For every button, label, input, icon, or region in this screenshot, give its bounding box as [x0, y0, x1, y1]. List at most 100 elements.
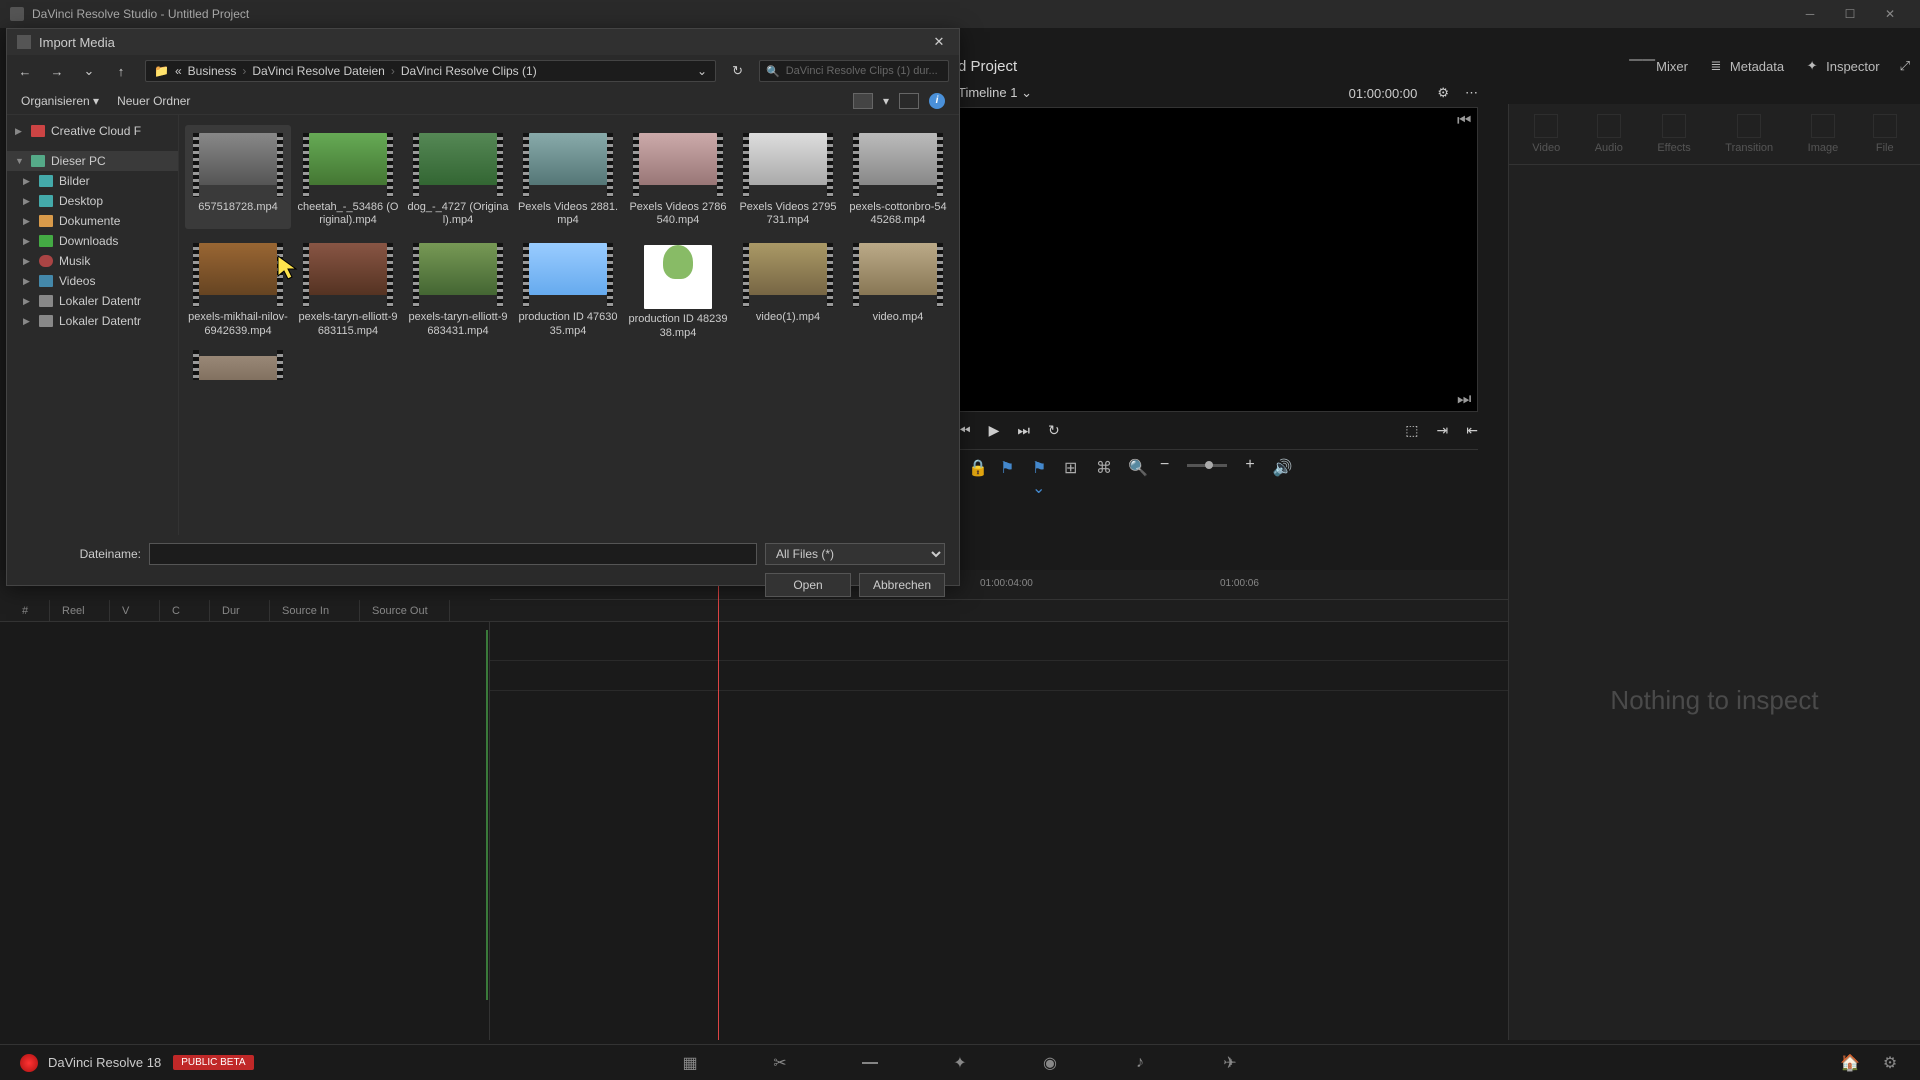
- bc-dropdown-icon[interactable]: ⌄: [697, 64, 707, 78]
- nav-forward-icon[interactable]: →: [49, 64, 65, 79]
- flag-blue-icon[interactable]: ⚑: [1000, 458, 1014, 472]
- fairlight-page-icon[interactable]: ♪: [1130, 1053, 1150, 1073]
- file-grid: 657518728.mp4 cheetah_-_53486 (Original)…: [179, 115, 959, 535]
- match-icon[interactable]: ⬚: [1405, 422, 1418, 439]
- tree-musik[interactable]: ▶Musik: [7, 251, 178, 271]
- zoom-plus-icon[interactable]: +: [1245, 456, 1254, 474]
- file-item[interactable]: pexels-taryn-elliott-9683115.mp4: [295, 235, 401, 341]
- go-start-icon[interactable]: ⇤: [1466, 422, 1478, 439]
- tree-dokumente[interactable]: ▶Dokumente: [7, 211, 178, 231]
- zoom-minus-icon[interactable]: −: [1160, 456, 1169, 474]
- ruler-time-2: 01:00:04:00: [980, 578, 1033, 589]
- organize-dropdown[interactable]: Organisieren ▾: [21, 94, 99, 108]
- nav-up-icon[interactable]: ↑: [113, 64, 129, 79]
- deliver-page-icon[interactable]: ✈: [1220, 1053, 1240, 1073]
- minimize-button[interactable]: ─: [1790, 2, 1830, 26]
- fusion-page-icon[interactable]: ✦: [950, 1053, 970, 1073]
- bc-business[interactable]: Business: [188, 64, 237, 78]
- play-icon[interactable]: ▶: [989, 422, 1000, 439]
- view-dropdown-icon[interactable]: ▾: [883, 94, 889, 108]
- insp-tab-image[interactable]: Image: [1808, 114, 1839, 154]
- file-item[interactable]: pexels-mikhail-nilov-6942639.mp4: [185, 235, 291, 341]
- info-button[interactable]: i: [929, 93, 945, 109]
- tree-videos[interactable]: ▶Videos: [7, 271, 178, 291]
- file-item[interactable]: video.mp4: [845, 235, 951, 341]
- tree-bilder[interactable]: ▶Bilder: [7, 171, 178, 191]
- file-item[interactable]: production ID 4823938.mp4: [625, 235, 731, 341]
- lock-icon[interactable]: 🔒: [968, 458, 982, 472]
- file-item-partial[interactable]: [185, 348, 291, 386]
- jump-start-icon[interactable]: ⏮: [1457, 112, 1473, 128]
- metadata-button[interactable]: ≣ Metadata: [1708, 58, 1784, 74]
- file-item[interactable]: Pexels Videos 2786540.mp4: [625, 125, 731, 229]
- close-window-button[interactable]: ✕: [1870, 2, 1910, 26]
- bc-dateien[interactable]: DaVinci Resolve Dateien: [252, 64, 385, 78]
- tree-disk1[interactable]: ▶Lokaler Datentr: [7, 291, 178, 311]
- mixer-button[interactable]: ⎺⎺ Mixer: [1634, 58, 1688, 74]
- breadcrumb[interactable]: 📁 « Business › DaVinci Resolve Dateien ›…: [145, 60, 716, 82]
- nav-recent-icon[interactable]: ⌄: [81, 63, 97, 79]
- color-page-icon[interactable]: ◉: [1040, 1053, 1060, 1073]
- filetype-select[interactable]: All Files (*): [765, 543, 945, 565]
- titlebar-text: DaVinci Resolve Studio - Untitled Projec…: [32, 7, 249, 21]
- tree-downloads[interactable]: ▶Downloads: [7, 231, 178, 251]
- timeline-body[interactable]: [490, 622, 1508, 1040]
- jump-end-icon[interactable]: ⏭: [1457, 391, 1473, 407]
- insp-tab-effects[interactable]: Effects: [1657, 114, 1690, 154]
- tree-disk2[interactable]: ▶Lokaler Datentr: [7, 311, 178, 331]
- insp-tab-video[interactable]: Video: [1532, 114, 1560, 154]
- timeline-tab[interactable]: Timeline 1 ⌄: [958, 85, 1032, 101]
- inspector-empty-message: Nothing to inspect: [1509, 685, 1920, 716]
- file-item[interactable]: cheetah_-_53486 (Original).mp4: [295, 125, 401, 229]
- nav-back-icon[interactable]: ←: [17, 64, 33, 79]
- next-clip-icon[interactable]: ⏭: [1017, 422, 1030, 439]
- settings-gear-icon[interactable]: ⚙: [1880, 1053, 1900, 1073]
- link-icon[interactable]: ⌘: [1096, 458, 1110, 472]
- tree-this-pc[interactable]: ▼Dieser PC: [7, 151, 178, 171]
- insp-tab-file[interactable]: File: [1873, 114, 1897, 154]
- snap-icon[interactable]: ⊞: [1064, 458, 1078, 472]
- file-item[interactable]: Pexels Videos 2881.mp4: [515, 125, 621, 229]
- view-list-button[interactable]: [899, 93, 919, 109]
- insp-tab-audio[interactable]: Audio: [1595, 114, 1623, 154]
- maximize-button[interactable]: ☐: [1830, 2, 1870, 26]
- file-item[interactable]: dog_-_4727 (Original).mp4: [405, 125, 511, 229]
- zoom-slider[interactable]: [1187, 464, 1227, 467]
- insp-tab-transition[interactable]: Transition: [1725, 114, 1773, 154]
- viewer-screen[interactable]: ⏮ ⏭: [958, 107, 1478, 412]
- file-item[interactable]: production ID 4763035.mp4: [515, 235, 621, 341]
- file-item[interactable]: pexels-taryn-elliott-9683431.mp4: [405, 235, 511, 341]
- volume-icon[interactable]: 🔊: [1273, 458, 1287, 472]
- file-item[interactable]: Pexels Videos 2795731.mp4: [735, 125, 841, 229]
- inspector-button[interactable]: ✦ Inspector: [1804, 58, 1879, 74]
- tree-creative-cloud[interactable]: ▶Creative Cloud F: [7, 121, 178, 141]
- viewer-more-icon[interactable]: ⋯: [1465, 85, 1478, 101]
- refresh-icon[interactable]: ↻: [732, 63, 743, 79]
- viewer-gear-icon[interactable]: ⚙: [1437, 85, 1449, 101]
- bc-clips[interactable]: DaVinci Resolve Clips (1): [401, 64, 537, 78]
- dialog-toolbar: Organisieren ▾ Neuer Ordner ▾ i: [7, 87, 959, 115]
- expand-button[interactable]: ⤢: [1900, 58, 1910, 74]
- open-button[interactable]: Open: [765, 573, 851, 597]
- file-item[interactable]: 657518728.mp4: [185, 125, 291, 229]
- media-page-icon[interactable]: ▦: [680, 1053, 700, 1073]
- edit-page-icon[interactable]: ⎯⎯: [860, 1053, 880, 1073]
- inspector-label: Inspector: [1826, 59, 1879, 74]
- cancel-button[interactable]: Abbrechen: [859, 573, 945, 597]
- view-thumbnails-button[interactable]: [853, 93, 873, 109]
- file-item[interactable]: pexels-cottonbro-5445268.mp4: [845, 125, 951, 229]
- search-input[interactable]: 🔍 DaVinci Resolve Clips (1) dur...: [759, 60, 949, 82]
- dialog-close-button[interactable]: ✕: [929, 32, 949, 52]
- flag-blue2-icon[interactable]: ⚑ ⌄: [1032, 458, 1046, 472]
- loop-icon[interactable]: ↻: [1048, 422, 1060, 439]
- go-end-icon[interactable]: ⇥: [1437, 422, 1449, 439]
- app-logo-icon: [10, 7, 24, 21]
- tree-desktop[interactable]: ▶Desktop: [7, 191, 178, 211]
- zoom-icon[interactable]: 🔍: [1128, 458, 1142, 472]
- file-item[interactable]: video(1).mp4: [735, 235, 841, 341]
- cut-page-icon[interactable]: ✂: [770, 1053, 790, 1073]
- playhead[interactable]: [718, 570, 719, 1040]
- new-folder-button[interactable]: Neuer Ordner: [117, 94, 190, 108]
- filename-input[interactable]: [149, 543, 757, 565]
- home-icon[interactable]: 🏠: [1840, 1053, 1860, 1073]
